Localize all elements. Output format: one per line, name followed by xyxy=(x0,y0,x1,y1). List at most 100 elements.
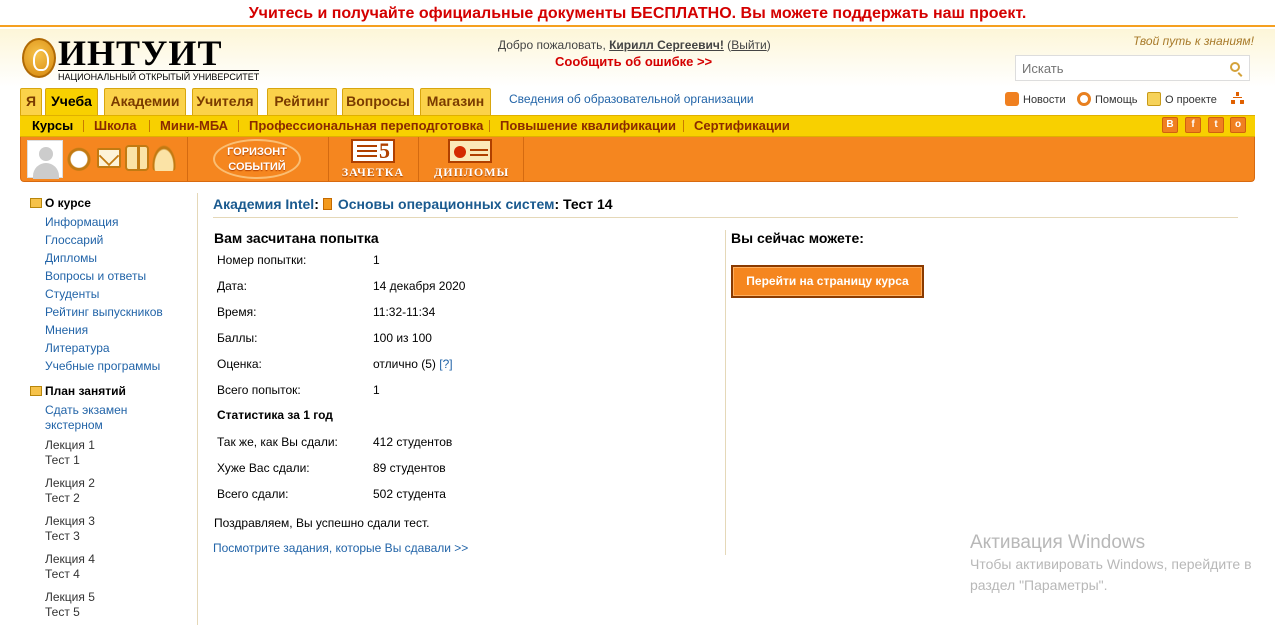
breadcrumb-course[interactable]: Основы операционных систем xyxy=(338,196,555,212)
subnav-retraining[interactable]: Профессиональная переподготовка xyxy=(249,116,483,136)
sidebar-item-opinions[interactable]: Мнения xyxy=(45,323,88,338)
odnoklassniki-icon[interactable]: о xyxy=(1230,117,1246,133)
view-tasks-link[interactable]: Посмотрите задания, которые Вы сдавали >… xyxy=(213,541,468,555)
bell-icon[interactable] xyxy=(152,145,176,171)
tab-teachers[interactable]: Учителя xyxy=(192,88,258,115)
subnav-divider xyxy=(489,120,490,132)
watermark-text: Чтобы активировать Windows, перейдите в … xyxy=(970,556,1252,593)
mail-icon[interactable] xyxy=(97,148,121,168)
toolbar-divider xyxy=(187,137,188,181)
sidebar-item-external-exam[interactable]: Сдать экзамен xyxy=(45,403,127,418)
sidebar-item-external-exam-2[interactable]: экстерном xyxy=(45,418,103,433)
test-item[interactable]: Тест 5 xyxy=(45,605,80,620)
breadcrumb-sep: : xyxy=(314,196,319,212)
logo-name: ИНТУИТ xyxy=(58,33,223,73)
stats-value: 502 студента xyxy=(373,487,446,501)
diplomas-label: ДИПЛОМЫ xyxy=(434,165,510,179)
news-label: Новости xyxy=(1023,94,1066,106)
congrats-text: Поздравляем, Вы успешно сдали тест. xyxy=(214,516,430,530)
sidebar-item-info[interactable]: Информация xyxy=(45,215,118,230)
test-item[interactable]: Тест 4 xyxy=(45,567,80,582)
result-value: 14 декабря 2020 xyxy=(373,279,466,293)
help-label: Помощь xyxy=(1095,94,1138,106)
folder-icon xyxy=(30,386,42,396)
tab-rating[interactable]: Рейтинг xyxy=(267,88,337,115)
news-link[interactable]: Новости xyxy=(1005,92,1066,106)
sidebar-item-glossary[interactable]: Глоссарий xyxy=(45,233,103,248)
go-to-course-button[interactable]: Перейти на страницу курса xyxy=(731,265,924,298)
welcome-prefix: Добро пожаловать, xyxy=(498,38,610,52)
user-name-link[interactable]: Кирилл Сергеевич! xyxy=(609,38,724,52)
about-course-label: О курсе xyxy=(45,196,91,210)
logout-link[interactable]: Выйти xyxy=(731,38,767,52)
about-link[interactable]: О проекте xyxy=(1147,92,1217,106)
lesson-plan-heading[interactable]: План занятий xyxy=(30,384,126,398)
actions-title: Вы сейчас можете: xyxy=(731,230,864,246)
result-label: Номер попытки: xyxy=(217,253,307,267)
logo[interactable]: ИНТУИТ НАЦИОНАЛЬНЫЙ ОТКРЫТЫЙ УНИВЕРСИТЕТ xyxy=(22,33,260,84)
horizon-arc xyxy=(213,139,301,179)
lecture-item[interactable]: Лекция 2 xyxy=(45,476,95,491)
about-label: О проекте xyxy=(1165,94,1217,106)
stats-label: Всего сдали: xyxy=(217,487,289,501)
breadcrumb-test: : Тест 14 xyxy=(554,196,613,212)
tab-me[interactable]: Я xyxy=(20,88,42,115)
tab-questions[interactable]: Вопросы xyxy=(342,88,414,115)
sitemap-link[interactable] xyxy=(1231,92,1248,105)
alarm-clock-icon[interactable] xyxy=(67,145,91,171)
lecture-item[interactable]: Лекция 5 xyxy=(45,590,95,605)
sidebar-divider xyxy=(197,193,198,625)
report-error-link[interactable]: Сообщить об ошибке >> xyxy=(555,54,712,69)
test-item[interactable]: Тест 3 xyxy=(45,529,80,544)
vk-icon[interactable]: В xyxy=(1162,117,1178,133)
result-label: Время: xyxy=(217,305,257,319)
subnav-certifications[interactable]: Сертификации xyxy=(694,116,790,136)
lecture-item[interactable]: Лекция 1 xyxy=(45,438,95,453)
help-link[interactable]: Помощь xyxy=(1077,92,1138,106)
avatar[interactable] xyxy=(27,140,63,179)
lecture-item[interactable]: Лекция 3 xyxy=(45,514,95,529)
grade-help-link[interactable]: [?] xyxy=(439,357,452,371)
facebook-icon[interactable]: f xyxy=(1185,117,1201,133)
actions-divider xyxy=(725,230,726,555)
about-course-heading[interactable]: О курсе xyxy=(30,196,91,210)
diplomas-button[interactable]: ДИПЛОМЫ xyxy=(434,139,510,179)
subnav-school[interactable]: Школа xyxy=(94,116,137,136)
lifebuoy-icon xyxy=(1077,92,1091,106)
search-input[interactable] xyxy=(1016,56,1226,80)
lecture-item[interactable]: Лекция 4 xyxy=(45,552,95,567)
subnav-divider xyxy=(149,120,150,132)
breadcrumb-academy[interactable]: Академия Intel xyxy=(213,196,314,212)
test-item[interactable]: Тест 1 xyxy=(45,453,80,468)
sidebar-item-literature[interactable]: Литература xyxy=(45,341,110,356)
sidebar-item-graduates-rating[interactable]: Рейтинг выпускников xyxy=(45,305,163,320)
info-icon xyxy=(1147,92,1161,106)
result-label: Оценка: xyxy=(217,357,262,371)
sidebar-item-diplomas[interactable]: Дипломы xyxy=(45,251,97,266)
tab-academies[interactable]: Академии xyxy=(104,88,186,115)
result-value: 1 xyxy=(373,383,380,397)
sidebar-item-programs[interactable]: Учебные программы xyxy=(45,359,160,374)
stats-title: Статистика за 1 год xyxy=(217,408,333,422)
events-horizon-button[interactable]: ГОРИЗОНТ СОБЫТИЙ xyxy=(207,139,307,179)
tab-study[interactable]: Учеба xyxy=(45,88,98,116)
gift-icon[interactable] xyxy=(125,145,149,171)
gradebook-icon xyxy=(351,138,395,164)
rss-icon xyxy=(1005,92,1019,106)
sidebar-item-qa[interactable]: Вопросы и ответы xyxy=(45,269,146,284)
sidebar-item-students[interactable]: Студенты xyxy=(45,287,99,302)
search-icon[interactable] xyxy=(1230,62,1240,72)
subnav-courses[interactable]: Курсы xyxy=(32,116,73,136)
content-divider xyxy=(213,217,1238,218)
twitter-icon[interactable]: t xyxy=(1208,117,1224,133)
subnav-mini-mba[interactable]: Мини-МБА xyxy=(160,116,228,136)
site-header: ИНТУИТ НАЦИОНАЛЬНЫЙ ОТКРЫТЫЙ УНИВЕРСИТЕТ… xyxy=(0,29,1275,87)
zachetka-button[interactable]: ЗАЧЕТКА xyxy=(337,138,409,179)
edu-info-link[interactable]: Сведения об образовательной организации xyxy=(509,92,754,106)
slogan: Твой путь к знаниям! xyxy=(1133,34,1254,48)
tab-shop[interactable]: Магазин xyxy=(420,88,491,115)
subnav-qualification[interactable]: Повышение квалификации xyxy=(500,116,676,136)
promo-banner[interactable]: Учитесь и получайте официальные документ… xyxy=(0,0,1275,27)
subnav-divider xyxy=(238,120,239,132)
test-item[interactable]: Тест 2 xyxy=(45,491,80,506)
